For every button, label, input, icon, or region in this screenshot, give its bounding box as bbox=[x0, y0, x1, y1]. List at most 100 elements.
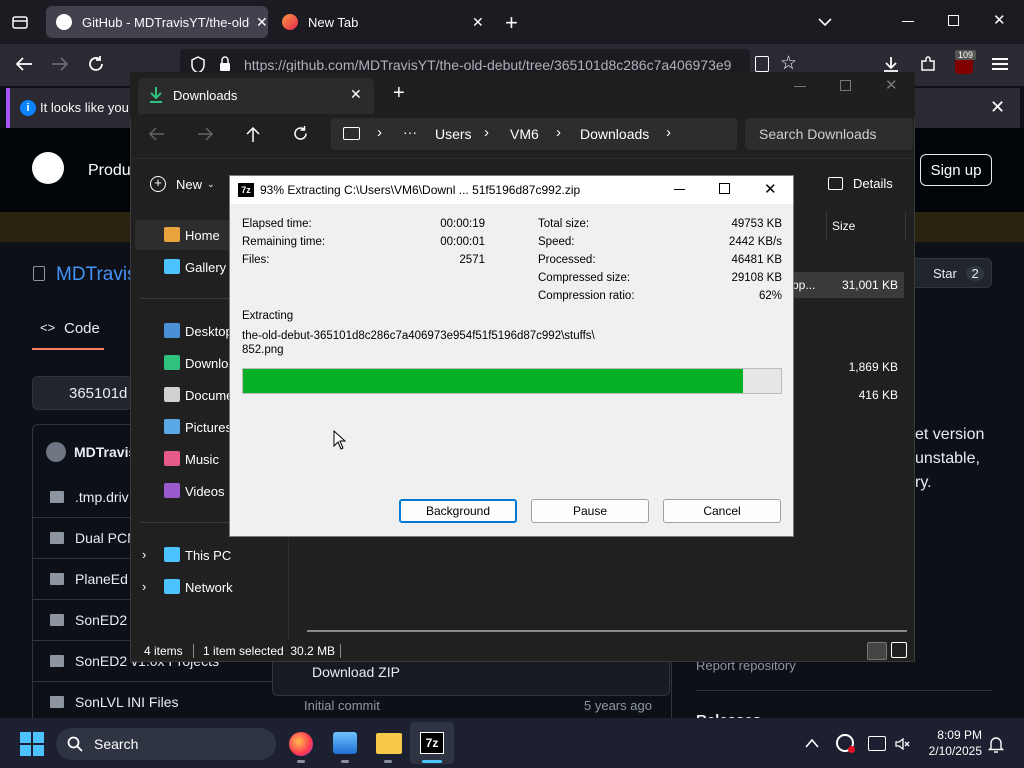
url-text: https://github.com/MDTravisYT/the-old-de… bbox=[244, 57, 732, 73]
tab-code[interactable]: Code bbox=[64, 320, 100, 337]
network-status-icon[interactable] bbox=[868, 736, 886, 751]
downloads-icon[interactable] bbox=[882, 55, 900, 73]
nav-item-label[interactable]: Network bbox=[185, 580, 233, 595]
close-tab-icon[interactable]: ✕ bbox=[256, 14, 268, 31]
pause-button[interactable]: Pause bbox=[531, 499, 649, 523]
close-explorer-tab-icon[interactable]: ✕ bbox=[350, 86, 362, 103]
file-list-item[interactable]: SonED2 I bbox=[75, 612, 135, 628]
new-explorer-tab-icon[interactable]: + bbox=[393, 82, 405, 105]
file-list-item[interactable]: PlaneEd I bbox=[75, 571, 136, 587]
7zip-minimize-icon[interactable] bbox=[674, 189, 685, 190]
gallery-icon bbox=[164, 259, 180, 274]
owner-label[interactable]: MDTravis bbox=[74, 444, 136, 460]
ublock-count-badge: 109 bbox=[955, 50, 977, 60]
stat-value: 49753 KB bbox=[731, 218, 782, 230]
volume-muted-icon[interactable] bbox=[894, 736, 910, 752]
details-view-icon[interactable] bbox=[867, 642, 887, 660]
tiles-view-icon[interactable] bbox=[891, 642, 907, 658]
new-item-button[interactable]: + New ⌄ bbox=[150, 176, 215, 192]
7zip-maximize-icon[interactable] bbox=[719, 183, 730, 194]
forward-icon[interactable] bbox=[50, 55, 70, 73]
clock-time[interactable]: 8:09 PM bbox=[926, 728, 982, 742]
background-label: Background bbox=[425, 504, 491, 518]
explorer-close-icon[interactable]: ✕ bbox=[885, 76, 898, 94]
file-list-item[interactable]: .tmp.driv bbox=[75, 489, 129, 505]
close-tab-icon[interactable]: ✕ bbox=[472, 14, 484, 31]
repo-name[interactable]: MDTravis bbox=[56, 264, 137, 286]
file-row-name[interactable]: pp... bbox=[792, 278, 815, 292]
background-button[interactable]: Background bbox=[399, 499, 517, 523]
nav-item-label[interactable]: Pictures bbox=[185, 420, 232, 435]
clock-date[interactable]: 2/10/2025 bbox=[916, 744, 982, 758]
close-window-icon[interactable]: ✕ bbox=[993, 11, 1006, 29]
explorer-forward-icon[interactable] bbox=[196, 126, 214, 142]
show-hidden-icons-chevron[interactable] bbox=[805, 738, 819, 748]
tab-list-icon[interactable] bbox=[10, 12, 30, 32]
7zip-close-icon[interactable]: ✕ bbox=[764, 180, 777, 198]
taskbar-7zip-icon[interactable]: 7z bbox=[420, 732, 444, 754]
reload-icon[interactable] bbox=[87, 55, 105, 73]
tab-github[interactable]: GitHub - MDTravisYT/the-old-d ✕ bbox=[46, 6, 268, 38]
tab-label: New Tab bbox=[308, 14, 359, 30]
explorer-back-icon[interactable] bbox=[148, 126, 166, 142]
nav-item-label[interactable]: Gallery bbox=[185, 260, 226, 275]
close-notice-icon[interactable]: ✕ bbox=[990, 97, 1005, 118]
file-row-size: 1,869 KB bbox=[848, 360, 898, 374]
breadcrumb-overflow[interactable]: ··· bbox=[403, 124, 417, 140]
file-list-item[interactable]: SonLVL INI Files bbox=[75, 694, 179, 710]
explorer-refresh-icon[interactable] bbox=[292, 125, 309, 142]
menu-hamburger-icon[interactable] bbox=[992, 58, 1008, 70]
sync-alert-dot bbox=[848, 746, 855, 753]
nav-item-label[interactable]: Docume bbox=[185, 388, 233, 403]
expand-chevron-icon[interactable]: › bbox=[142, 547, 146, 562]
commit-age: 5 years ago bbox=[584, 698, 652, 713]
details-pane-icon bbox=[828, 177, 843, 190]
explorer-search-box[interactable]: Search Downloads bbox=[745, 118, 913, 150]
code-icon: <> bbox=[40, 320, 56, 335]
videos-icon bbox=[164, 483, 180, 498]
commit-message[interactable]: Initial commit bbox=[304, 698, 380, 713]
star-button[interactable]: Star 2 bbox=[910, 258, 992, 288]
pc-breadcrumb-icon[interactable] bbox=[343, 127, 360, 140]
tab-new-tab[interactable]: New Tab ✕ bbox=[272, 6, 494, 38]
extensions-icon[interactable] bbox=[919, 55, 937, 73]
taskbar-firefox-icon[interactable] bbox=[289, 732, 313, 756]
nav-item-label[interactable]: Downloa bbox=[185, 356, 236, 371]
breadcrumb-vm6[interactable]: VM6 bbox=[510, 126, 539, 142]
minimize-icon[interactable] bbox=[902, 21, 914, 22]
new-tab-icon[interactable]: + bbox=[505, 10, 518, 36]
details-pane-button[interactable]: Details bbox=[828, 176, 893, 191]
breadcrumb-users[interactable]: Users bbox=[435, 126, 472, 142]
cancel-label: Cancel bbox=[703, 504, 741, 518]
reader-view-icon[interactable] bbox=[755, 56, 769, 72]
nav-item-label[interactable]: Videos bbox=[185, 484, 225, 499]
explorer-minimize-icon[interactable] bbox=[794, 86, 806, 87]
lock-icon[interactable] bbox=[218, 56, 232, 72]
notification-bell-icon[interactable] bbox=[988, 735, 1004, 753]
back-icon[interactable] bbox=[14, 55, 34, 73]
nav-item-label[interactable]: Home bbox=[185, 228, 220, 243]
taskbar-search-box[interactable]: Search bbox=[56, 728, 276, 760]
taskbar-photos-icon[interactable] bbox=[333, 732, 357, 754]
nav-item-label[interactable]: This PC bbox=[185, 548, 231, 563]
cancel-button[interactable]: Cancel bbox=[663, 499, 781, 523]
signup-button[interactable]: Sign up bbox=[920, 154, 992, 186]
list-all-tabs-icon[interactable] bbox=[817, 14, 833, 30]
expand-chevron-icon[interactable]: › bbox=[142, 579, 146, 594]
restore-icon[interactable] bbox=[948, 15, 959, 26]
horizontal-scrollbar[interactable] bbox=[307, 630, 907, 632]
github-logo-icon[interactable] bbox=[32, 152, 64, 184]
size-column-header[interactable]: Size bbox=[832, 219, 855, 233]
breadcrumb-downloads[interactable]: Downloads bbox=[580, 126, 649, 142]
explorer-up-icon[interactable] bbox=[245, 125, 261, 143]
taskbar-file-explorer-icon[interactable] bbox=[376, 733, 402, 754]
nav-item-label[interactable]: Desktop bbox=[185, 324, 233, 339]
nav-product[interactable]: Produ bbox=[88, 162, 131, 180]
desktop-icon bbox=[164, 323, 180, 338]
repo-icon bbox=[33, 266, 45, 281]
explorer-maximize-icon[interactable] bbox=[840, 80, 851, 91]
download-zip-label: Download ZIP bbox=[312, 664, 400, 680]
nav-item-label[interactable]: Music bbox=[185, 452, 219, 467]
branch-selector[interactable]: 365101d bbox=[32, 376, 132, 410]
start-windows-icon[interactable] bbox=[20, 732, 44, 756]
